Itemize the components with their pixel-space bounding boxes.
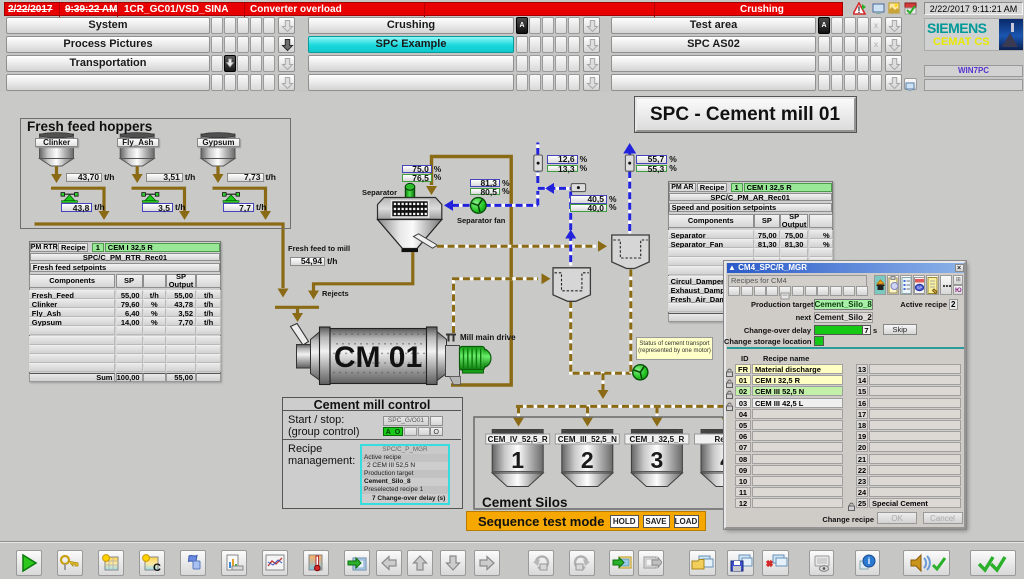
svg-text:CEM_III_52,5_N: CEM_III_52,5_N: [558, 435, 617, 444]
svg-text:1: 1: [511, 447, 524, 473]
svg-text:CEM_IV_52,5_R: CEM_IV_52,5_R: [488, 435, 548, 444]
svg-text:2: 2: [581, 447, 594, 473]
svg-text:CEM_I_32,5_R: CEM_I_32,5_R: [630, 435, 685, 444]
svg-text:CM 01: CM 01: [334, 341, 422, 374]
svg-text:Cement Silos: Cement Silos: [482, 495, 568, 510]
svg-text:i: i: [868, 556, 871, 566]
svg-text:C: C: [153, 562, 161, 573]
svg-text:SP: SP: [917, 285, 923, 290]
svg-text:3: 3: [651, 447, 664, 473]
